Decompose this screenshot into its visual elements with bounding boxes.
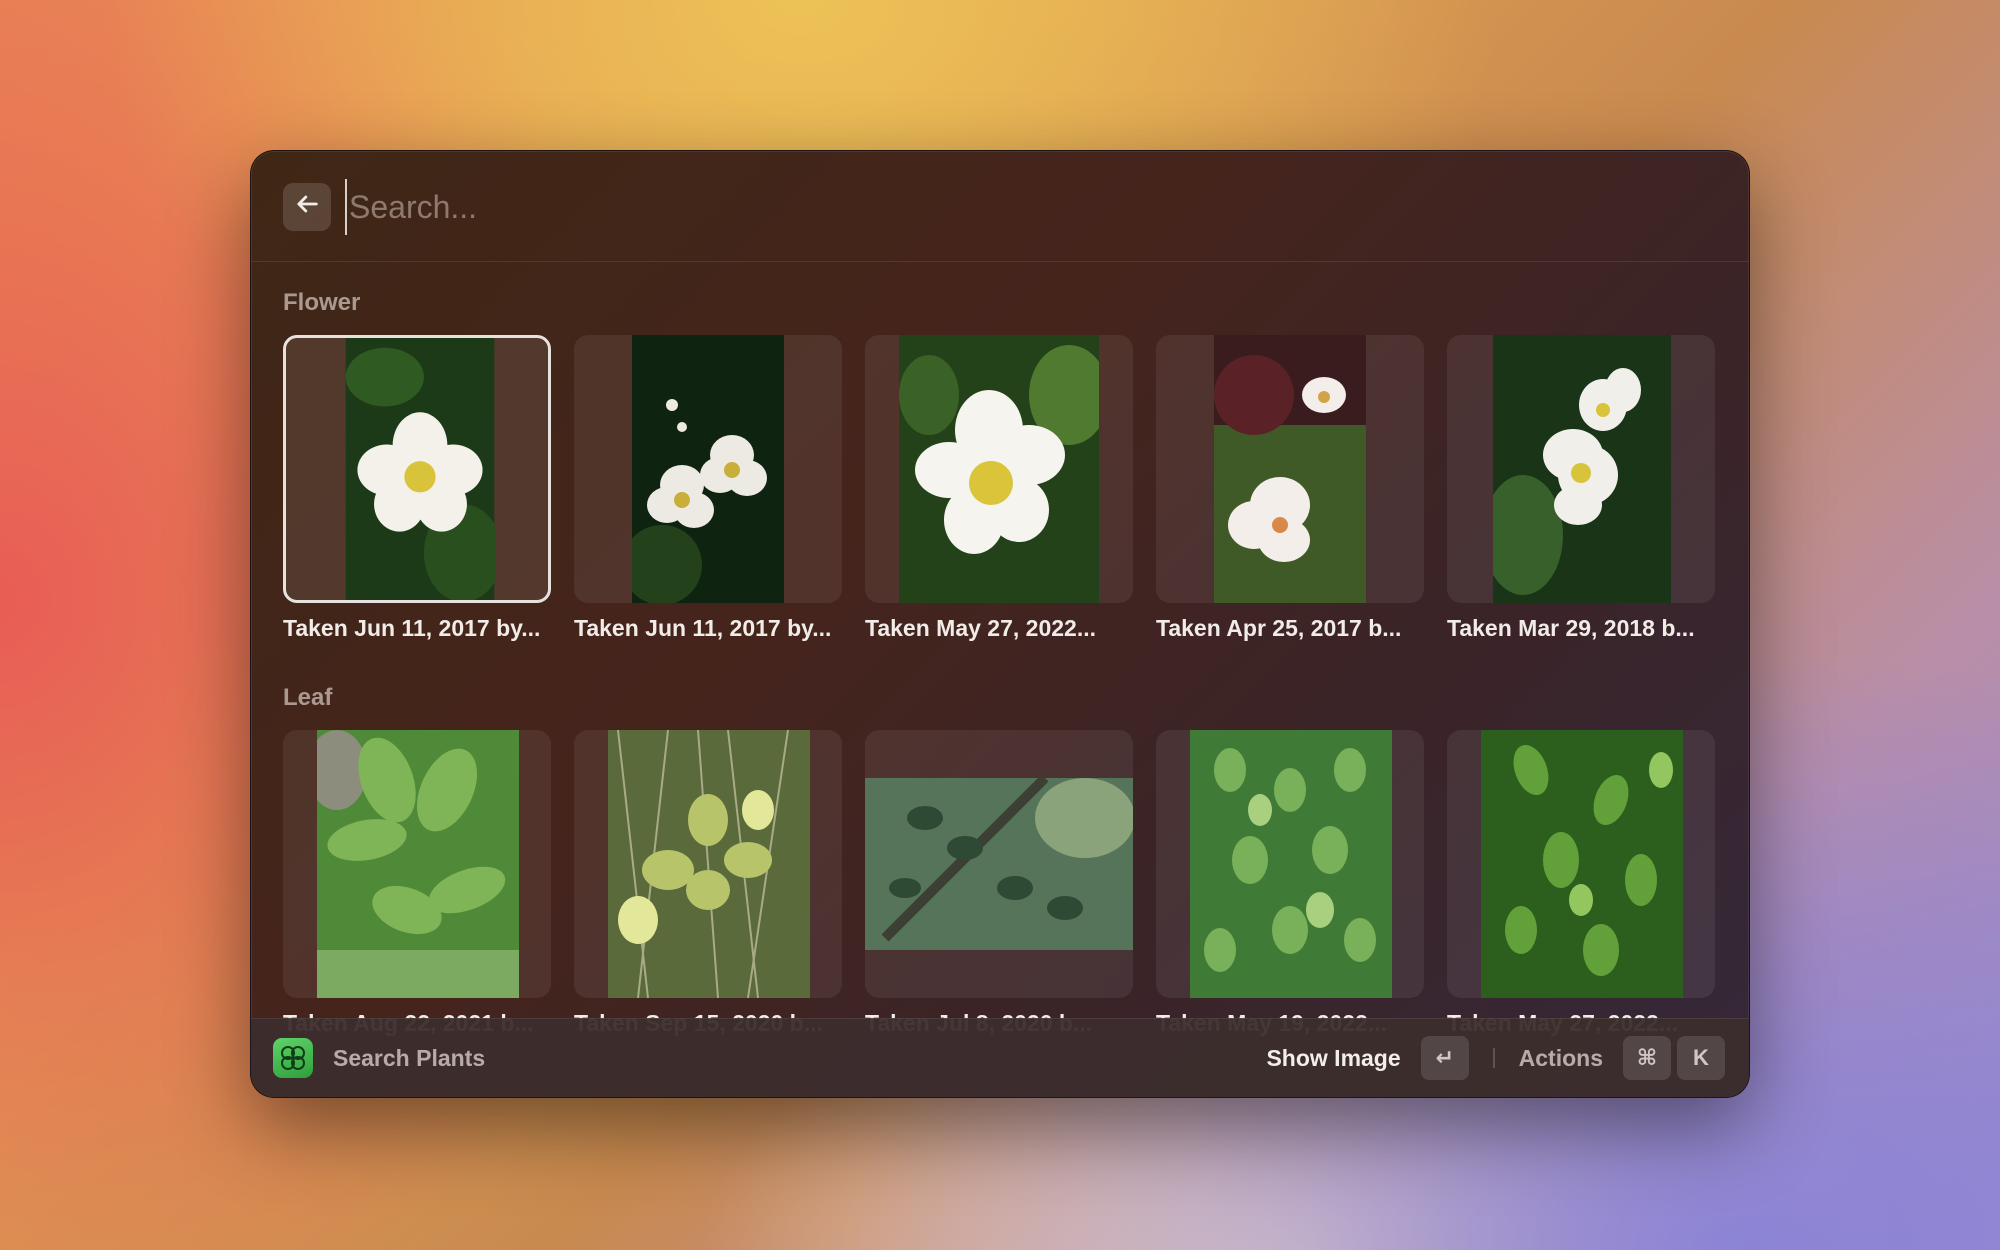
thumbnail[interactable] [1447,730,1715,998]
thumbnail[interactable] [1156,335,1424,603]
app-name: Search Plants [333,1044,486,1071]
grid-item[interactable]: Taken Mar 29, 2018 b... [1447,335,1715,642]
thumbnail[interactable] [1156,730,1424,998]
flower-photo [345,338,496,600]
search-bar [251,151,1749,262]
section-title-leaf: Leaf [283,684,333,711]
grid-item[interactable]: Taken Apr 25, 2017 b... [1156,335,1424,642]
item-caption: Taken May 27, 2022... [865,615,1096,641]
leaf-photo [608,730,810,998]
item-caption: Taken Jun 11, 2017 by... [283,615,541,641]
grid-item[interactable]: Taken Jun 11, 2017 by... [574,335,842,642]
thumbnail[interactable] [574,335,842,603]
section-title-flower: Flower [283,289,361,316]
item-caption: Taken Jun 11, 2017 by... [574,615,832,641]
grid-item[interactable]: Taken Aug 22, 2021 b... [283,730,551,1037]
flower-photo [1214,335,1366,603]
leaf-photo [317,730,519,998]
search-input[interactable] [345,179,1649,235]
launcher-window: Flower Taken Jun 11, 20 [250,150,1750,1098]
clover-icon [273,1038,313,1078]
leaf-photo [865,778,1133,950]
leaf-grid: Taken Aug 22, 2021 b... [283,730,1717,1037]
action-bar: Search Plants Show Image ↵ Actions ⌘ K [251,1018,1749,1097]
show-image-button[interactable]: Show Image [1266,1045,1400,1072]
footer-divider [1492,1048,1495,1068]
grid-item[interactable]: Taken May 19, 2022... [1156,730,1424,1037]
thumbnail[interactable] [865,730,1133,998]
leaf-photo [1190,730,1392,998]
enter-key-hint: ↵ [1420,1036,1469,1080]
grid-item[interactable]: Taken Sep 15, 2020 b... [574,730,842,1037]
grid-item[interactable]: Taken May 27, 2022... [1447,730,1715,1037]
grid-item[interactable]: Taken May 27, 2022... [865,335,1133,642]
command-key-hint: ⌘ [1623,1036,1671,1080]
thumbnail[interactable] [1447,335,1715,603]
k-key-hint: K [1677,1036,1725,1080]
actions-button[interactable]: Actions [1519,1045,1603,1072]
thumbnail[interactable] [283,335,551,603]
item-caption: Taken Mar 29, 2018 b... [1447,615,1695,641]
thumbnail[interactable] [865,335,1133,603]
grid-item[interactable]: Taken Jun 11, 2017 by... [283,335,551,642]
grid-item[interactable]: Taken Jul 8, 2020 b... [865,730,1133,1037]
thumbnail[interactable] [574,730,842,998]
flower-photo [899,335,1099,603]
flower-photo [1493,335,1671,603]
flower-photo [632,335,784,603]
flower-grid: Taken Jun 11, 2017 by... Taken Jun 11, 2… [283,335,1717,642]
leaf-photo [1481,730,1683,998]
thumbnail[interactable] [283,730,551,998]
arrow-left-icon [293,190,321,225]
item-caption: Taken Apr 25, 2017 b... [1156,615,1402,641]
back-button[interactable] [283,183,331,231]
